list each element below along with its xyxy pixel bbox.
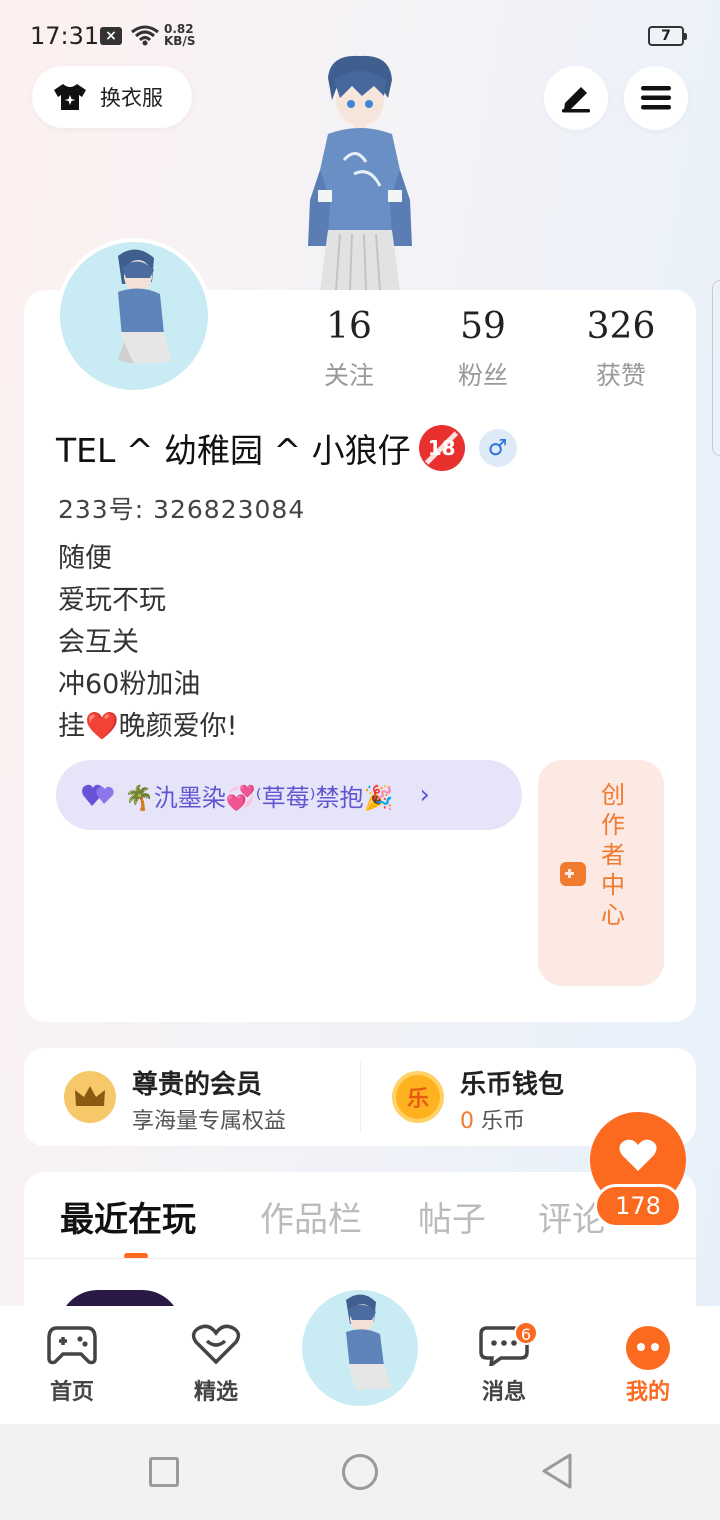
crown-icon: [64, 1071, 116, 1123]
bio-line: 随便: [58, 543, 112, 574]
wallet-title: 乐币钱包: [460, 1070, 565, 1100]
following-count: 16: [326, 306, 372, 347]
creator-center-button[interactable]: 创作者中心: [538, 760, 664, 986]
tab-recently-played[interactable]: 最近在玩: [60, 1192, 196, 1241]
battery-indicator: 7: [648, 26, 687, 46]
avatar-character-figure: [308, 55, 412, 290]
username: TEL ^ 幼稚园 ^ 小狼仔: [56, 431, 411, 470]
tab-posts[interactable]: 帖子: [418, 1192, 486, 1241]
nav-me-label: 我的: [625, 1380, 670, 1405]
home-button[interactable]: [342, 1454, 378, 1490]
back-button[interactable]: [540, 1452, 574, 1490]
nav-featured-label: 精选: [193, 1380, 238, 1405]
gamepad-icon: [560, 862, 586, 886]
pen-icon: [562, 87, 590, 113]
chevron-right-icon: ›: [419, 780, 430, 810]
bio: 随便 爱玩不玩 会互关 冲60粉加油 挂❤️晚颜爱你!: [58, 538, 498, 748]
recent-apps-button[interactable]: [149, 1457, 179, 1487]
nav-me[interactable]: 我的: [598, 1324, 698, 1406]
bio-line: 冲60粉加油: [58, 669, 201, 700]
no-sim-icon: ×: [100, 27, 122, 45]
double-heart-icon: [82, 784, 114, 806]
username-row: TEL ^ 幼稚园 ^ 小狼仔 18 ♂: [56, 424, 517, 472]
following-label: 关注: [323, 361, 374, 390]
creator-center-label: 创作者中心: [601, 781, 625, 929]
message-count-badge: 6: [514, 1321, 538, 1345]
network-speed: 0.82 KB/S: [164, 22, 196, 48]
nav-home[interactable]: 首页: [22, 1324, 122, 1406]
status-time: 17:31: [30, 22, 100, 50]
profile-avatar[interactable]: [56, 238, 212, 394]
coin-icon: 乐: [392, 1071, 444, 1123]
likes-label: 获赞: [595, 361, 646, 390]
nav-home-label: 首页: [49, 1380, 94, 1405]
guild-chip[interactable]: 🌴氿墨染💞⁽草莓⁾禁抱🎉 ›: [56, 760, 522, 830]
male-gender-icon: ♂: [478, 429, 517, 467]
hamburger-menu-icon: [641, 86, 671, 110]
change-outfit-button[interactable]: 换衣服: [32, 66, 192, 128]
no-under-18-icon: 18: [418, 425, 465, 471]
shirt-icon: [54, 84, 86, 110]
wallet-unit: 乐币: [481, 1109, 526, 1134]
like-count: 178: [594, 1184, 682, 1228]
bio-line: 会互关: [58, 627, 139, 658]
avatar-figure: [346, 1294, 392, 1390]
wifi-icon: [131, 25, 159, 46]
stat-following[interactable]: 16 关注: [294, 306, 404, 392]
edit-profile-button[interactable]: [544, 66, 608, 130]
avatar-figure: [118, 249, 172, 364]
wallet-amount: 0: [460, 1109, 474, 1134]
gamepad-icon: [47, 1326, 97, 1365]
menu-button[interactable]: [624, 66, 688, 130]
bio-line: 爱玩不玩: [58, 585, 166, 616]
nav-featured[interactable]: 精选: [166, 1324, 266, 1406]
user-id: 233号: 326823084: [58, 495, 306, 524]
fans-label: 粉丝: [457, 361, 508, 390]
bio-line: 挂❤️晚颜爱你!: [58, 711, 238, 742]
edge-panel-handle[interactable]: [712, 280, 720, 456]
wallet-entry[interactable]: 乐币钱包 0 乐币: [460, 1064, 564, 1135]
likes-count: 326: [586, 306, 656, 347]
nav-avatar-button[interactable]: [302, 1290, 418, 1406]
change-outfit-label: 换衣服: [100, 86, 163, 110]
stat-fans[interactable]: 59 粉丝: [428, 306, 538, 392]
membership-title: 尊贵的会员: [132, 1070, 263, 1100]
stat-likes[interactable]: 326 获赞: [566, 306, 676, 392]
fans-count: 59: [460, 306, 506, 347]
guild-chip-label: 🌴氿墨染💞⁽草莓⁾禁抱🎉: [124, 783, 394, 812]
heart-outline-icon: [191, 1324, 241, 1365]
membership-subtitle: 享海量专属权益: [132, 1109, 287, 1134]
divider: [360, 1062, 361, 1132]
heart-icon: [619, 1139, 657, 1171]
tabs-divider: [24, 1258, 696, 1259]
nav-messages[interactable]: 消息: [454, 1324, 554, 1406]
tab-works[interactable]: 作品栏: [260, 1192, 362, 1241]
me-face-icon: [626, 1326, 670, 1370]
membership-entry[interactable]: 尊贵的会员 享海量专属权益: [132, 1064, 286, 1135]
nav-messages-label: 消息: [481, 1380, 526, 1405]
